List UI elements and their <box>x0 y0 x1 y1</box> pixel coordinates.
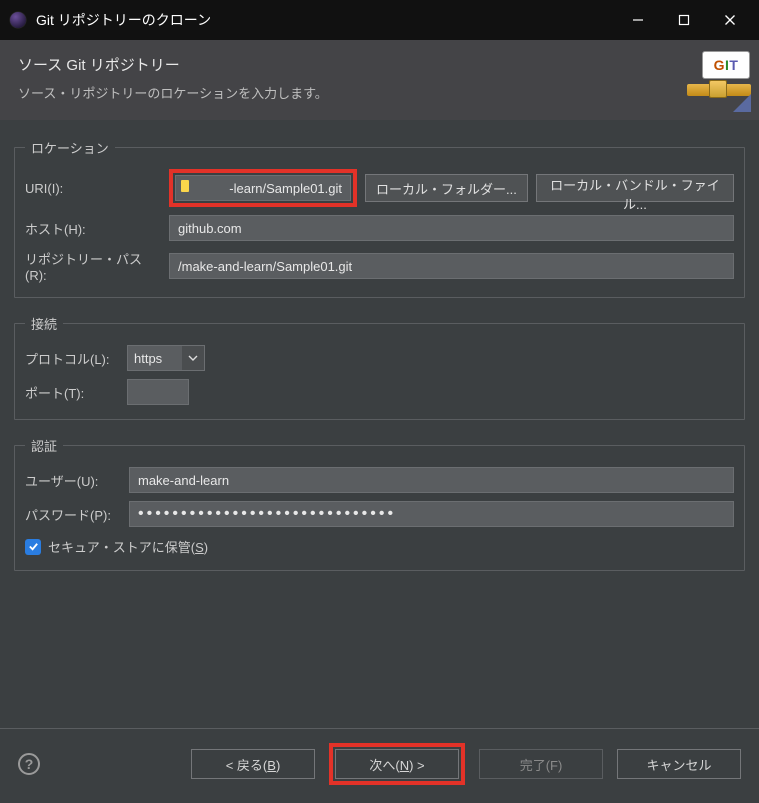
repo-path-label: リポジトリー・パス(R): <box>25 249 161 283</box>
uri-highlight <box>169 169 357 207</box>
banner-subtitle: ソース・リポジトリーのロケーションを入力します。 <box>18 83 328 102</box>
checkbox-checked-icon <box>25 539 41 555</box>
user-label: ユーザー(U): <box>25 471 121 490</box>
password-label: パスワード(P): <box>25 505 121 524</box>
cancel-button[interactable]: キャンセル <box>617 749 741 779</box>
auth-group: 認証 ユーザー(U): パスワード(P): セキュア・ストアに保管(S) <box>14 436 745 571</box>
minimize-button[interactable] <box>615 0 661 40</box>
git-icon: GIT <box>681 48 751 112</box>
protocol-label: プロトコル(L): <box>25 349 119 368</box>
connection-legend: 接続 <box>25 314 63 333</box>
connection-group: 接続 プロトコル(L): ポート(T): <box>14 314 745 420</box>
wizard-content: ロケーション URI(I): ローカル・フォルダー... ローカル・バンドル・フ… <box>0 120 759 593</box>
secure-store-checkbox[interactable]: セキュア・ストアに保管(S) <box>25 537 734 556</box>
host-label: ホスト(H): <box>25 219 161 238</box>
location-group: ロケーション URI(I): ローカル・フォルダー... ローカル・バンドル・フ… <box>14 138 745 298</box>
uri-input[interactable] <box>175 175 351 201</box>
wizard-footer: ? < 戻る(B) 次へ(N) > 完了(F) キャンセル <box>0 728 759 803</box>
wizard-banner: ソース Git リポジトリー ソース・リポジトリーのロケーションを入力します。 … <box>0 40 759 120</box>
next-highlight: 次へ(N) > <box>329 743 465 785</box>
protocol-select[interactable] <box>127 345 205 371</box>
help-icon[interactable]: ? <box>18 753 40 775</box>
password-input[interactable] <box>129 501 734 527</box>
close-button[interactable] <box>707 0 753 40</box>
finish-button[interactable]: 完了(F) <box>479 749 603 779</box>
chevron-down-icon[interactable] <box>182 346 204 370</box>
port-label: ポート(T): <box>25 383 119 402</box>
content-assist-icon <box>181 180 189 192</box>
banner-title: ソース Git リポジトリー <box>18 54 328 75</box>
titlebar: Git リポジトリーのクローン <box>0 0 759 40</box>
back-button[interactable]: < 戻る(B) <box>191 749 315 779</box>
secure-store-label: セキュア・ストアに保管(S) <box>48 537 208 556</box>
next-button[interactable]: 次へ(N) > <box>335 749 459 779</box>
window-title: Git リポジトリーのクローン <box>36 10 211 30</box>
location-legend: ロケーション <box>25 138 115 157</box>
protocol-value[interactable] <box>128 346 182 370</box>
local-bundle-button[interactable]: ローカル・バンドル・ファイル... <box>536 174 734 202</box>
auth-legend: 認証 <box>25 436 63 455</box>
user-input[interactable] <box>129 467 734 493</box>
repo-path-input[interactable] <box>169 253 734 279</box>
local-folder-button[interactable]: ローカル・フォルダー... <box>365 174 528 202</box>
uri-label: URI(I): <box>25 181 161 196</box>
port-input[interactable] <box>127 379 189 405</box>
maximize-button[interactable] <box>661 0 707 40</box>
eclipse-icon <box>10 12 26 28</box>
host-input[interactable] <box>169 215 734 241</box>
